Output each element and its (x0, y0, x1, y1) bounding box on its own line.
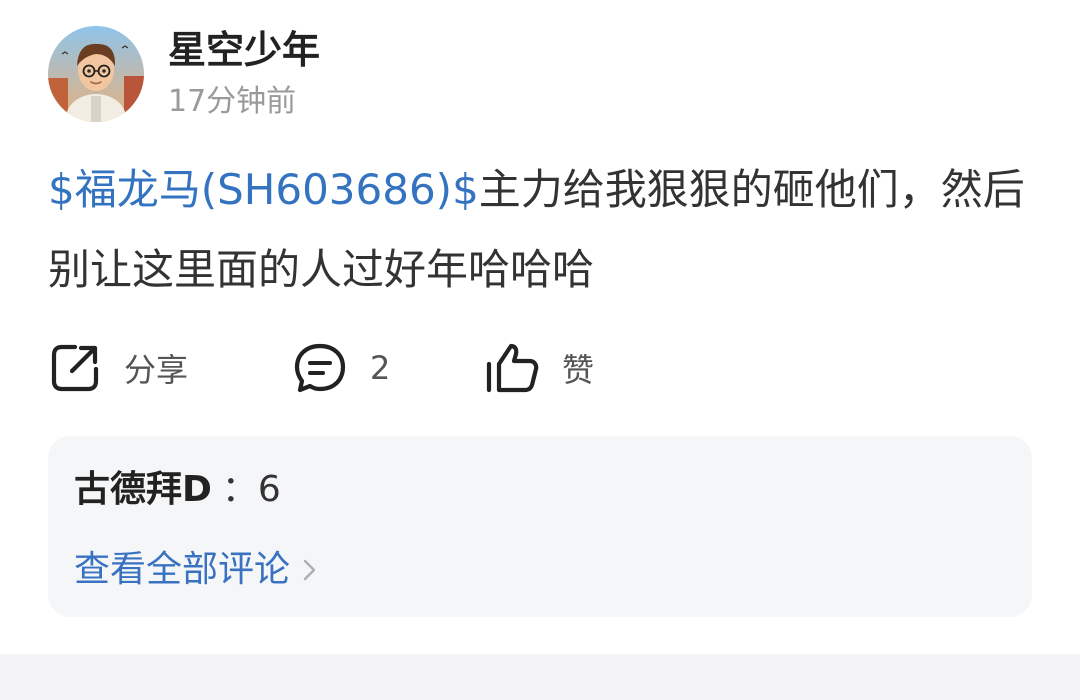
share-icon (51, 344, 99, 392)
thumbs-up-icon (486, 343, 539, 393)
comment-author[interactable]: 古德拜D (74, 469, 212, 510)
view-all-comments-label: 查看全部评论 (74, 549, 291, 590)
comment-count: 2 (370, 349, 391, 387)
comment-icon (294, 343, 346, 393)
chevron-right-icon (303, 559, 316, 581)
comment-item[interactable]: 古德拜D ：6 (74, 466, 281, 514)
comments-preview: 古德拜D ：6 查看全部评论 (48, 436, 1032, 617)
view-all-comments-link[interactable]: 查看全部评论 (74, 546, 318, 594)
comment-separator: ： (221, 469, 258, 510)
post-time: 17分钟前 (168, 84, 297, 119)
share-button[interactable]: 分享 (48, 336, 188, 400)
stock-link[interactable]: $福龙马(SH603686)$ (48, 165, 479, 214)
comment-button[interactable]: 2 (292, 336, 390, 400)
like-label: 赞 (562, 351, 595, 389)
like-button[interactable]: 赞 (484, 336, 594, 400)
share-label: 分享 (124, 351, 189, 389)
avatar-image (48, 26, 144, 122)
comment-text: 6 (257, 469, 281, 510)
avatar[interactable] (48, 26, 144, 122)
section-divider (0, 654, 1080, 700)
post-content: $福龙马(SH603686)$主力给我狠狠的砸他们，然后别让这里面的人过好年哈哈… (48, 150, 1038, 310)
author-name[interactable]: 星空少年 (168, 26, 320, 74)
